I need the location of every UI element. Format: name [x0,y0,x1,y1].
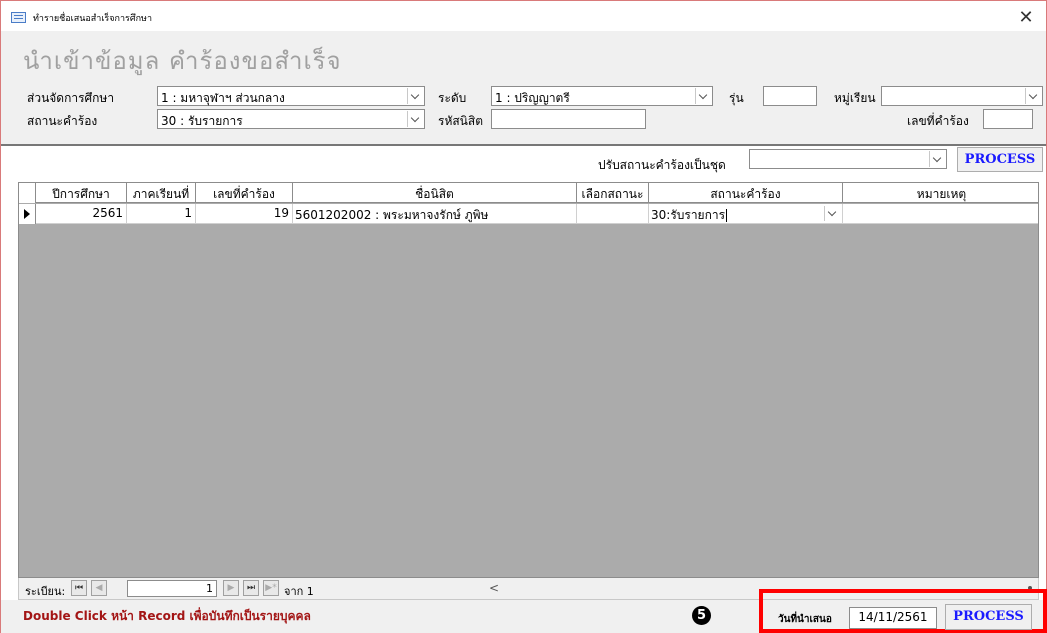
table-row[interactable]: 2561 1 19 5601202002 : พระมหาจงรักษ์ ภูพ… [19,204,1038,224]
batch-status-select[interactable] [749,149,947,169]
column-header-semester[interactable]: ภาคเรียนที่ [127,183,196,203]
level-label: ระดับ [438,91,467,105]
column-header-student[interactable]: ชื่อนิสิต [293,183,577,203]
chevron-down-icon[interactable] [1025,88,1041,104]
column-header-note[interactable]: หมายเหตุ [843,183,1038,203]
current-record-input[interactable]: 1 [127,580,217,597]
step-number-badge: 5 [692,606,711,625]
window-title: ทำรายชื่อเสนอสำเร็จการศึกษา [33,14,153,24]
petition-no-label: เลขที่คำร้อง [907,114,969,128]
chevron-down-icon[interactable] [407,88,423,104]
group-select[interactable] [881,86,1043,106]
chevron-down-icon[interactable] [824,206,840,221]
student-id-input[interactable] [491,109,646,129]
form-icon [11,12,26,23]
row-selector-arrow-icon[interactable] [19,204,36,224]
filter-panel: นำเข้าข้อมูล คำร้องขอสำเร็จ ส่วนจัดการศึ… [1,31,1046,144]
cell-status-value: 30:รับรายการ [651,208,726,222]
status-select[interactable]: 30 : รับรายการ [157,109,425,129]
cell-select-status[interactable] [577,204,649,224]
last-record-icon[interactable]: ⏭ [243,580,259,596]
cell-note[interactable] [843,204,1038,224]
student-id-label: รหัสนิสิต [438,114,483,128]
division-value: 1 : มหาจุฬาฯ ส่วนกลาง [161,91,285,105]
chevron-down-icon[interactable] [695,88,711,104]
present-date-label: วันที่นำเสนอ [778,614,832,625]
column-header-petition-no[interactable]: เลขที่คำร้อง [196,183,293,203]
batch-process-button[interactable]: PROCESS [957,147,1043,172]
status-value: 30 : รับรายการ [161,114,243,128]
batch-label: รุ่น [729,91,744,105]
status-label: สถานะคำร้อง [27,114,98,128]
close-button[interactable]: ✕ [1016,7,1036,28]
text-caret [726,209,728,222]
chevron-down-icon[interactable] [407,111,423,127]
column-header-year[interactable]: ปีการศึกษา [36,183,127,203]
row-selector-header[interactable] [19,183,36,203]
scroll-left-icon[interactable]: < [489,581,499,595]
level-select[interactable]: 1 : ปริญญาตรี [491,86,713,106]
batch-input[interactable] [763,86,817,106]
record-label: ระเบียน: [25,585,66,598]
previous-record-icon[interactable]: ◀ [91,580,107,596]
cell-petition-no[interactable]: 19 [196,204,293,224]
column-header-select-status[interactable]: เลือกสถานะ [577,183,649,203]
title-bar: ทำรายชื่อเสนอสำเร็จการศึกษา ✕ [1,1,1046,31]
new-record-icon[interactable]: ▶* [263,580,279,596]
next-record-icon[interactable]: ▶ [223,580,239,596]
app-window: ทำรายชื่อเสนอสำเร็จการศึกษา ✕ นำเข้าข้อม… [0,0,1047,633]
present-date-input[interactable]: 14/11/2561 [849,607,937,629]
level-value: 1 : ปริญญาตรี [495,91,570,105]
grid-header: ปีการศึกษา ภาคเรียนที่ เลขที่คำร้อง ชื่อ… [19,183,1038,203]
group-label: หมู่เรียน [834,91,876,105]
double-click-hint: Double Click หน้า Record เพื่อบันทึกเป็น… [23,609,311,623]
batch-update-panel: ปรับสถานะคำร้องเป็นชุด PROCESS [1,146,1046,182]
column-header-status[interactable]: สถานะคำร้อง [649,183,843,203]
record-count: จาก 1 [284,585,314,598]
division-label: ส่วนจัดการศึกษา [27,91,115,105]
cell-student[interactable]: 5601202002 : พระมหาจงรักษ์ ภูพิษ [293,204,577,224]
petition-grid: ปีการศึกษา ภาคเรียนที่ เลขที่คำร้อง ชื่อ… [18,182,1039,578]
cell-semester[interactable]: 1 [127,204,196,224]
first-record-icon[interactable]: ⏮ [71,580,87,596]
chevron-down-icon[interactable] [929,151,945,167]
batch-status-label: ปรับสถานะคำร้องเป็นชุด [598,158,726,172]
page-title: นำเข้าข้อมูล คำร้องขอสำเร็จ [23,47,342,75]
cell-status-select[interactable]: 30:รับรายการ [649,204,843,224]
division-select[interactable]: 1 : มหาจุฬาฯ ส่วนกลาง [157,86,425,106]
petition-no-input[interactable] [983,109,1033,129]
date-process-button[interactable]: PROCESS [945,604,1032,630]
cell-year[interactable]: 2561 [36,204,127,224]
